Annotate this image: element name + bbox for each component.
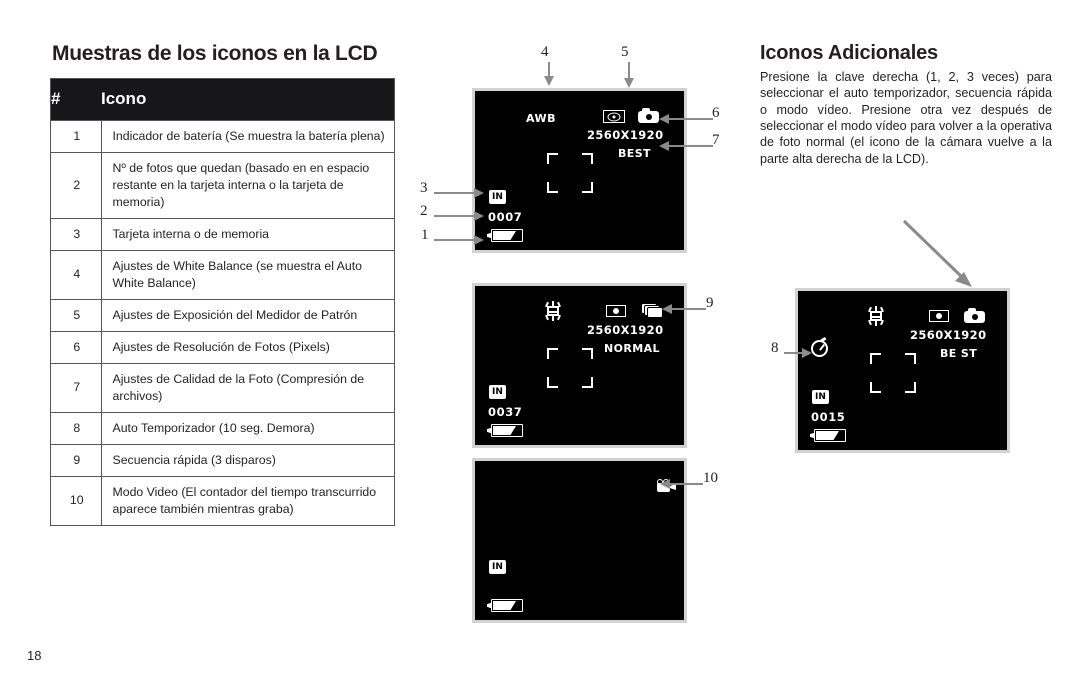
- callout-label-9: 9: [706, 295, 714, 311]
- spot-metering-icon: [929, 310, 949, 322]
- callout-label-5: 5: [621, 44, 629, 60]
- icon-samples-section: Muestras de los iconos en la LCD # Icono…: [50, 42, 395, 526]
- page-title: Muestras de los iconos en la LCD: [52, 42, 378, 65]
- table-row: 2 Nº de fotos que quedan (basado en en e…: [50, 151, 395, 219]
- table-row: 4 Ajustes de White Balance (se muestra e…: [50, 249, 395, 300]
- callout-label-7: 7: [712, 132, 720, 148]
- table-row: 7 Ajustes de Calidad de la Foto (Compres…: [50, 362, 395, 413]
- additional-icons-title: Iconos Adicionales: [760, 42, 938, 64]
- row-description: Secuencia rápida (3 disparos): [100, 443, 395, 477]
- callout-label-8: 8: [771, 340, 779, 356]
- table-row: 8 Auto Temporizador (10 seg. Demora): [50, 411, 395, 445]
- row-number: 8: [50, 411, 102, 445]
- burst-sequence-icon: [641, 303, 663, 318]
- focus-frame: [870, 353, 916, 393]
- manual-page: Muestras de los iconos en la LCD # Icono…: [0, 0, 1080, 687]
- row-description: Modo Video (El contador del tiempo trans…: [100, 475, 395, 526]
- focus-frame: [547, 348, 593, 388]
- table-header-row: # Icono: [50, 78, 395, 121]
- lcd4-photo-counter: 0015: [811, 410, 846, 424]
- column-header-number: #: [50, 78, 101, 121]
- self-timer-icon: [811, 336, 830, 357]
- callout-label-6: 6: [712, 105, 720, 121]
- table-row: 1 Indicador de batería (Se muestra la ba…: [50, 120, 395, 153]
- row-number: 5: [50, 298, 102, 332]
- white-balance-sun-icon: [866, 306, 886, 326]
- row-description: Ajustes de Calidad de la Foto (Compresió…: [100, 362, 395, 413]
- internal-card-icon: IN: [489, 560, 506, 574]
- lcd4-resolution: 2560X1920: [910, 328, 987, 342]
- callout-label-3: 3: [420, 180, 428, 196]
- table-row: 3 Tarjeta interna o de memoria: [50, 217, 395, 251]
- lcd1-quality: BEST: [618, 147, 651, 160]
- lcd2-resolution: 2560X1920: [587, 323, 664, 337]
- lcd-screen-3: IN: [472, 458, 687, 623]
- row-number: 7: [50, 362, 102, 413]
- pattern-metering-icon: [603, 110, 625, 123]
- lcd1-photo-counter: 0007: [488, 210, 523, 224]
- page-number: 18: [27, 648, 42, 663]
- lcd2-quality: NORMAL: [604, 342, 660, 355]
- spot-metering-icon: [606, 305, 626, 317]
- table-body: 1 Indicador de batería (Se muestra la ba…: [50, 120, 395, 526]
- callout-label-10: 10: [703, 470, 718, 486]
- row-number: 2: [50, 151, 102, 219]
- callout-label-2: 2: [420, 203, 428, 219]
- lcd1-awb-label: AWB: [526, 112, 557, 125]
- lcd2-photo-counter: 0037: [488, 405, 523, 419]
- lcd4-quality: BE ST: [940, 347, 978, 360]
- still-camera-icon: [964, 308, 985, 323]
- row-number: 3: [50, 217, 102, 251]
- row-description: Tarjeta interna o de memoria: [100, 217, 395, 251]
- callout-label-4: 4: [541, 44, 549, 60]
- icon-reference-table: # Icono 1 Indicador de batería (Se muest…: [50, 78, 395, 526]
- row-description: Ajustes de White Balance (se muestra el …: [100, 249, 395, 300]
- row-number: 6: [50, 330, 102, 364]
- focus-frame: [547, 153, 593, 193]
- white-balance-sun-icon: [543, 301, 563, 321]
- table-row: 6 Ajustes de Resolución de Fotos (Pixels…: [50, 330, 395, 364]
- column-header-icon: Icono: [101, 78, 395, 121]
- battery-icon: [810, 429, 848, 442]
- row-number: 4: [50, 249, 102, 300]
- internal-card-icon: IN: [489, 385, 506, 399]
- row-description: Auto Temporizador (10 seg. Demora): [100, 411, 395, 445]
- table-row: 5 Ajustes de Exposición del Medidor de P…: [50, 298, 395, 332]
- still-camera-icon: [638, 108, 659, 123]
- row-number: 9: [50, 443, 102, 477]
- internal-card-icon: IN: [812, 390, 829, 404]
- camera-icon-pointer-arrow: [902, 219, 972, 287]
- table-row: 10 Modo Video (El contador del tiempo tr…: [50, 475, 395, 526]
- additional-icons-body: Presione la clave derecha (1, 2, 3 veces…: [760, 70, 1052, 166]
- row-description: Indicador de batería (Se muestra la bate…: [100, 120, 395, 153]
- row-description: Ajustes de Resolución de Fotos (Pixels): [100, 330, 395, 364]
- row-description: Nº de fotos que quedan (basado en en esp…: [100, 151, 395, 219]
- lcd-screen-4: 2560X1920 BE ST IN 0015: [795, 288, 1010, 453]
- row-number: 1: [50, 120, 102, 153]
- battery-icon: [487, 229, 525, 242]
- lcd1-resolution: 2560X1920: [587, 128, 664, 142]
- callout-label-1: 1: [421, 227, 429, 243]
- additional-icons-section: Iconos Adicionales Presione la clave der…: [760, 42, 1052, 167]
- row-number: 10: [50, 475, 102, 526]
- battery-icon: [487, 424, 525, 437]
- lcd-screen-1: AWB 2560X1920 BEST IN 0007: [472, 88, 687, 253]
- table-row: 9 Secuencia rápida (3 disparos): [50, 443, 395, 477]
- lcd-screen-2: 2560X1920 NORMAL IN 0037: [472, 283, 687, 448]
- internal-card-icon: IN: [489, 190, 506, 204]
- row-description: Ajustes de Exposición del Medidor de Pat…: [100, 298, 395, 332]
- battery-icon: [487, 599, 525, 612]
